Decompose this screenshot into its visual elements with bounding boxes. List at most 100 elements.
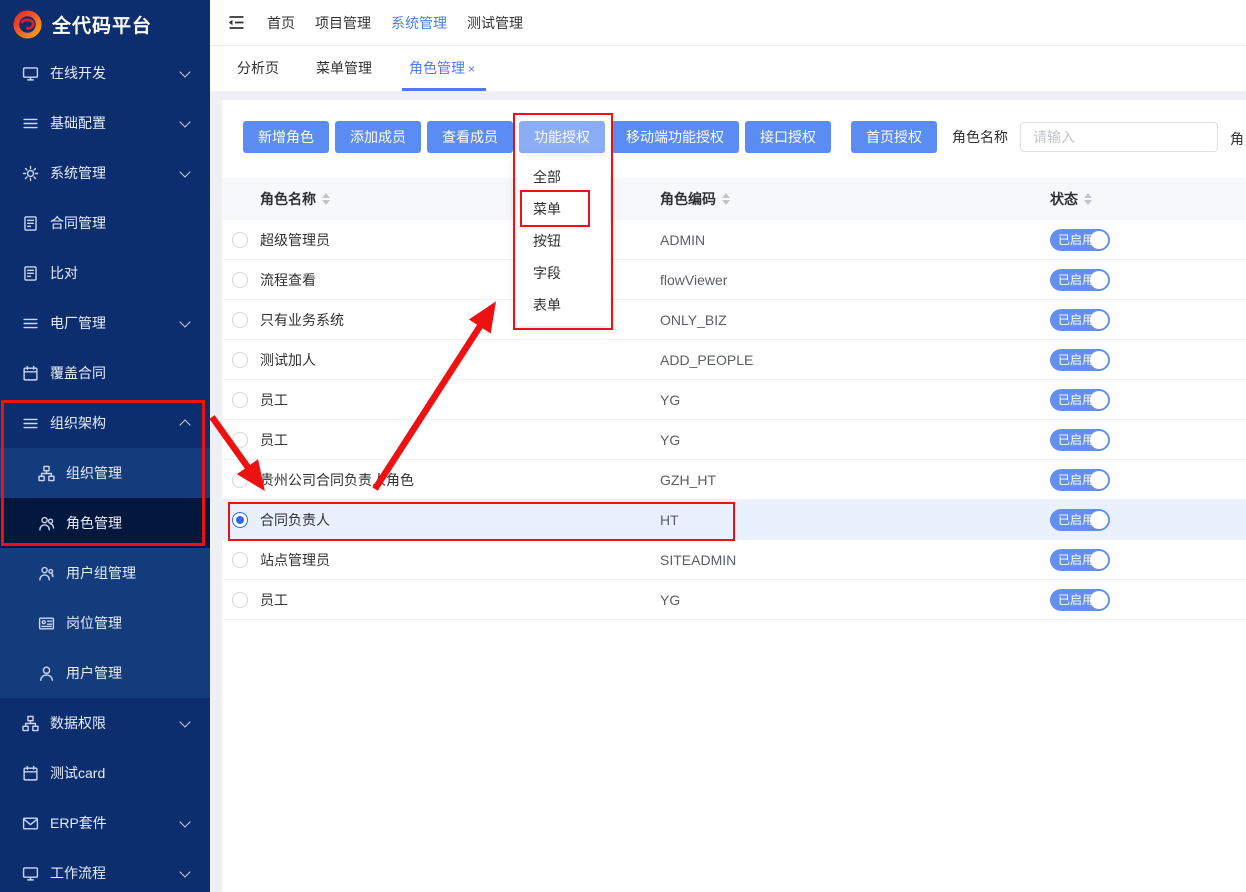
- table-row[interactable]: 流程查看flowViewer已启用: [222, 260, 1246, 300]
- sidebar-item[interactable]: 比对: [0, 248, 210, 298]
- table-row[interactable]: 员工YG已启用: [222, 380, 1246, 420]
- row-radio[interactable]: [232, 352, 248, 368]
- status-toggle[interactable]: 已启用: [1050, 549, 1110, 571]
- row-radio[interactable]: [232, 472, 248, 488]
- role-code-cell: GZH_HT: [660, 472, 1050, 488]
- topnav-item[interactable]: 首页: [267, 13, 295, 33]
- table-row[interactable]: 超级管理员ADMIN已启用: [222, 220, 1246, 260]
- sort-carets-icon: [1084, 193, 1092, 205]
- row-radio[interactable]: [232, 432, 248, 448]
- sidebar-subitem[interactable]: 岗位管理: [0, 598, 210, 648]
- sidebar-item-label: 电厂管理: [50, 313, 106, 333]
- sidebar-subitem[interactable]: 用户管理: [0, 648, 210, 698]
- table-row[interactable]: 贵州公司合同负责人角色GZH_HT已启用: [222, 460, 1246, 500]
- column-header[interactable]: 状态: [1050, 189, 1092, 209]
- toolbar-button[interactable]: 功能授权: [519, 121, 605, 153]
- audit-icon: [22, 215, 39, 232]
- sidebar-subitem-label: 岗位管理: [66, 613, 122, 633]
- topnav-item[interactable]: 项目管理: [315, 13, 371, 33]
- status-toggle[interactable]: 已启用: [1050, 589, 1110, 611]
- monitor-icon: [22, 65, 39, 82]
- row-radio[interactable]: [232, 552, 248, 568]
- status-toggle[interactable]: 已启用: [1050, 469, 1110, 491]
- table-row[interactable]: 员工YG已启用: [222, 580, 1246, 620]
- sidebar-item[interactable]: 基础配置: [0, 98, 210, 148]
- row-radio[interactable]: [232, 312, 248, 328]
- topnav-items: 首页项目管理系统管理测试管理: [267, 13, 543, 33]
- dropdown-item[interactable]: 按钮: [516, 225, 610, 257]
- toggle-knob-icon: [1090, 431, 1108, 449]
- sidebar-item[interactable]: 系统管理: [0, 148, 210, 198]
- sidebar-item[interactable]: 覆盖合同: [0, 348, 210, 398]
- tab-label: 分析页: [237, 60, 279, 76]
- audit-icon: [22, 265, 39, 282]
- sidebar-item[interactable]: 合同管理: [0, 198, 210, 248]
- status-toggle[interactable]: 已启用: [1050, 389, 1110, 411]
- tab-item[interactable]: 分析页: [235, 58, 281, 91]
- table-row[interactable]: 合同负责人HT已启用: [222, 500, 1246, 540]
- table-row[interactable]: 只有业务系统ONLY_BIZ已启用: [222, 300, 1246, 340]
- dropdown-item[interactable]: 表单: [516, 289, 610, 321]
- sidebar-menu: 在线开发基础配置系统管理合同管理比对电厂管理覆盖合同组织架构组织管理角色管理用户…: [0, 48, 210, 892]
- tab-close-icon[interactable]: ×: [468, 62, 475, 76]
- sidebar-item[interactable]: 数据权限: [0, 698, 210, 748]
- column-header[interactable]: 角色编码: [660, 189, 1050, 209]
- row-radio[interactable]: [232, 232, 248, 248]
- status-toggle[interactable]: 已启用: [1050, 509, 1110, 531]
- toggle-knob-icon: [1090, 231, 1108, 249]
- row-radio[interactable]: [232, 512, 248, 528]
- table-row[interactable]: 测试加人ADD_PEOPLE已启用: [222, 340, 1246, 380]
- dropdown-item[interactable]: 菜单: [516, 193, 610, 225]
- status-toggle[interactable]: 已启用: [1050, 429, 1110, 451]
- table-row[interactable]: 员工YG已启用: [222, 420, 1246, 460]
- status-toggle-label: 已启用: [1058, 513, 1094, 527]
- mail-icon: [22, 815, 39, 832]
- dropdown-item[interactable]: 字段: [516, 257, 610, 289]
- toolbar-button[interactable]: 新增角色: [243, 121, 329, 153]
- sidebar-item[interactable]: 测试card: [0, 748, 210, 798]
- chevron-down-icon: [179, 866, 190, 877]
- toolbar-button[interactable]: 接口授权: [745, 121, 831, 153]
- toggle-knob-icon: [1090, 511, 1108, 529]
- toolbar-button[interactable]: 首页授权: [851, 121, 937, 153]
- toggle-knob-icon: [1090, 591, 1108, 609]
- column-header-label: 状态: [1050, 189, 1078, 209]
- sidebar-item[interactable]: 在线开发: [0, 48, 210, 98]
- role-name-input[interactable]: [1020, 122, 1218, 152]
- role-code-cell: ONLY_BIZ: [660, 312, 1050, 328]
- toolbar-button[interactable]: 移动端功能授权: [611, 121, 739, 153]
- row-radio[interactable]: [232, 272, 248, 288]
- dropdown-item[interactable]: 全部: [516, 161, 610, 193]
- status-toggle-label: 已启用: [1058, 553, 1094, 567]
- toolbar-button[interactable]: 添加成员: [335, 121, 421, 153]
- tab-active[interactable]: 角色管理×: [407, 58, 477, 91]
- sidebar-item[interactable]: 组织架构: [0, 398, 210, 448]
- sidebar-item-label: 工作流程: [50, 863, 106, 883]
- monitor-icon: [22, 865, 39, 882]
- sidebar-subitem[interactable]: 组织管理: [0, 448, 210, 498]
- sidebar-subitem[interactable]: 用户组管理: [0, 548, 210, 598]
- top-navbar: 首页项目管理系统管理测试管理: [210, 0, 1246, 46]
- menu-fold-icon[interactable]: [227, 13, 246, 32]
- status-toggle[interactable]: 已启用: [1050, 229, 1110, 251]
- status-toggle[interactable]: 已启用: [1050, 349, 1110, 371]
- table-row[interactable]: 站点管理员SITEADMIN已启用: [222, 540, 1246, 580]
- sidebar-item-label: 合同管理: [50, 213, 106, 233]
- sidebar-subitem-label: 角色管理: [66, 513, 122, 533]
- toolbar-button[interactable]: 查看成员: [427, 121, 513, 153]
- topnav-item[interactable]: 测试管理: [467, 13, 523, 33]
- topnav-item[interactable]: 系统管理: [391, 13, 447, 33]
- sidebar-item[interactable]: 电厂管理: [0, 298, 210, 348]
- tab-item[interactable]: 菜单管理: [314, 58, 374, 91]
- status-toggle-label: 已启用: [1058, 393, 1094, 407]
- sidebar-item[interactable]: 工作流程: [0, 848, 210, 892]
- row-radio[interactable]: [232, 592, 248, 608]
- status-toggle[interactable]: 已启用: [1050, 309, 1110, 331]
- role-icon: [38, 515, 55, 532]
- toggle-knob-icon: [1090, 271, 1108, 289]
- sidebar-item[interactable]: ERP套件: [0, 798, 210, 848]
- sidebar-item-label: 在线开发: [50, 63, 106, 83]
- sidebar-subitem[interactable]: 角色管理: [0, 498, 210, 548]
- status-toggle[interactable]: 已启用: [1050, 269, 1110, 291]
- row-radio[interactable]: [232, 392, 248, 408]
